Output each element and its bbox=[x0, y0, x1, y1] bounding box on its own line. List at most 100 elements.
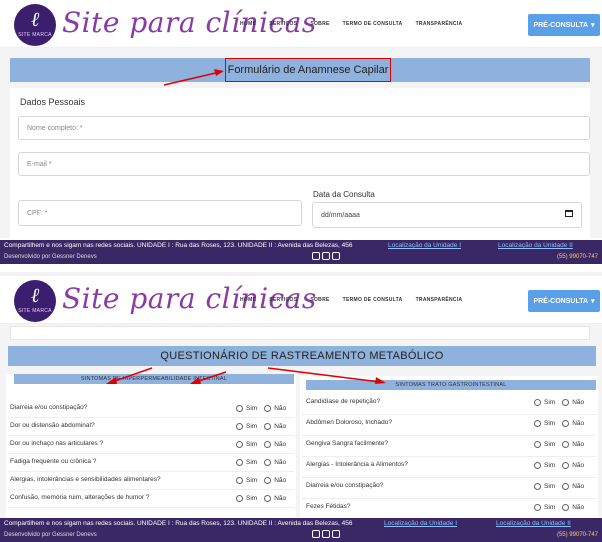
nav-termo[interactable]: TERMO DE CONSULTA bbox=[343, 297, 403, 303]
radio-sim[interactable] bbox=[534, 462, 541, 469]
site-header: ℓ SITE MARCA Site para clínicas HOME SER… bbox=[0, 276, 602, 324]
site-footer: Compartilhem e nos sigam nas redes socia… bbox=[0, 518, 602, 542]
nav-sobre[interactable]: SOBRE bbox=[310, 297, 329, 303]
radio-sim[interactable] bbox=[236, 459, 243, 466]
radio-sim-label: Sim bbox=[246, 405, 258, 412]
left-column-header: SINTOMAS DE HIPERPERMEABILIDADE INTESTIN… bbox=[14, 374, 294, 384]
footer-link-unidade-1[interactable]: Localização da Unidade I bbox=[384, 520, 457, 527]
footer-link-unidade-2[interactable]: Localização da Unidade II bbox=[498, 242, 573, 249]
nav-home[interactable]: HOME bbox=[240, 297, 256, 303]
questionario-panel: ℓ SITE MARCA Site para clínicas HOME SER… bbox=[0, 276, 602, 542]
yes-no-options: Sim Não bbox=[534, 462, 584, 469]
site-header: ℓ SITE MARCA Site para clínicas HOME SER… bbox=[0, 0, 602, 48]
nav-termo[interactable]: TERMO DE CONSULTA bbox=[343, 21, 403, 27]
yes-no-options: Sim Não bbox=[236, 423, 286, 430]
yes-no-options: Sim Não bbox=[534, 504, 584, 511]
pre-consulta-button[interactable]: PRÉ-CONSULTA ▾ bbox=[528, 14, 600, 36]
radio-sim[interactable] bbox=[534, 483, 541, 490]
calendar-icon[interactable] bbox=[565, 210, 573, 217]
yes-no-options: Sim Não bbox=[236, 477, 286, 484]
yes-no-options: Sim Não bbox=[236, 441, 286, 448]
row-divider bbox=[8, 471, 294, 472]
symptom-label: Fadiga frequente ou crônica ? bbox=[10, 458, 97, 465]
radio-nao[interactable] bbox=[562, 420, 570, 427]
right-column-header: SINTOMAS TRATO GASTROINTESTINAL bbox=[306, 380, 596, 390]
symptom-label: Gengiva Sangra facilmente? bbox=[306, 440, 389, 447]
instagram-icon[interactable] bbox=[312, 530, 320, 538]
radio-nao-label: Não bbox=[572, 504, 585, 511]
social-icons bbox=[312, 252, 340, 260]
radio-nao[interactable] bbox=[562, 399, 570, 406]
main-nav: HOME SERVIÇOS SOBRE TERMO DE CONSULTA TR… bbox=[240, 21, 462, 27]
nav-transparencia[interactable]: TRANSPARÊNCIA bbox=[416, 297, 463, 303]
email-field[interactable]: E-mail * bbox=[18, 152, 590, 176]
radio-nao-label: Não bbox=[274, 423, 287, 430]
radio-nao-label: Não bbox=[572, 483, 585, 490]
logo[interactable]: ℓ SITE MARCA bbox=[14, 4, 56, 46]
yes-no-options: Sim Não bbox=[534, 399, 584, 406]
anamnese-panel: ℓ SITE MARCA Site para clínicas HOME SER… bbox=[0, 0, 602, 272]
radio-sim[interactable] bbox=[236, 423, 243, 430]
radio-sim[interactable] bbox=[236, 495, 243, 502]
nav-home[interactable]: HOME bbox=[240, 21, 256, 27]
whatsapp-icon[interactable] bbox=[322, 530, 330, 538]
logo-glyph: ℓ bbox=[30, 283, 40, 307]
instagram-icon[interactable] bbox=[312, 252, 320, 260]
logo[interactable]: ℓ SITE MARCA bbox=[14, 280, 56, 322]
radio-nao-label: Não bbox=[274, 441, 287, 448]
whatsapp-icon[interactable] bbox=[322, 252, 330, 260]
radio-nao[interactable] bbox=[562, 504, 570, 511]
row-divider bbox=[8, 507, 294, 508]
nav-servicos[interactable]: SERVIÇOS bbox=[269, 297, 297, 303]
cpf-field[interactable]: CPF: * bbox=[18, 200, 302, 226]
footer-developer: Desenvolvido por Gessner Denevs bbox=[4, 254, 97, 260]
row-divider bbox=[302, 414, 596, 415]
radio-nao[interactable] bbox=[562, 462, 570, 469]
nav-sobre[interactable]: SOBRE bbox=[310, 21, 329, 27]
footer-link-unidade-1[interactable]: Localização da Unidade I bbox=[388, 242, 461, 249]
radio-sim-label: Sim bbox=[246, 441, 258, 448]
radio-sim[interactable] bbox=[534, 504, 541, 511]
radio-sim[interactable] bbox=[236, 405, 243, 412]
linkedin-icon[interactable] bbox=[332, 252, 340, 260]
chevron-down-icon: ▾ bbox=[591, 298, 595, 305]
radio-sim[interactable] bbox=[236, 477, 243, 484]
radio-nao-label: Não bbox=[572, 462, 585, 469]
radio-sim[interactable] bbox=[534, 441, 541, 448]
radio-nao[interactable] bbox=[264, 405, 272, 412]
radio-sim-label: Sim bbox=[544, 504, 556, 511]
footer-link-unidade-2[interactable]: Localização da Unidade II bbox=[496, 520, 571, 527]
social-icons bbox=[312, 530, 340, 538]
date-input[interactable]: dd/mm/aaaa bbox=[312, 202, 582, 228]
row-divider bbox=[302, 435, 596, 436]
symptom-label: Dor ou distensão abdominal? bbox=[10, 422, 95, 429]
radio-nao[interactable] bbox=[264, 495, 272, 502]
symptom-label: Abdômen Doloroso, Inchado? bbox=[306, 419, 393, 426]
radio-nao[interactable] bbox=[264, 441, 272, 448]
radio-sim-label: Sim bbox=[246, 459, 258, 466]
radio-sim[interactable] bbox=[236, 441, 243, 448]
email-placeholder: E-mail * bbox=[27, 160, 52, 168]
name-placeholder: Nome completo: * bbox=[27, 124, 83, 132]
nav-transparencia[interactable]: TRANSPARÊNCIA bbox=[416, 21, 463, 27]
radio-nao[interactable] bbox=[562, 483, 570, 490]
row-divider bbox=[302, 498, 596, 499]
radio-nao[interactable] bbox=[264, 459, 272, 466]
name-field[interactable]: Nome completo: * bbox=[18, 116, 590, 140]
radio-nao-label: Não bbox=[572, 399, 585, 406]
yes-no-options: Sim Não bbox=[236, 405, 286, 412]
radio-sim[interactable] bbox=[534, 420, 541, 427]
radio-sim-label: Sim bbox=[544, 462, 556, 469]
radio-nao[interactable] bbox=[264, 477, 272, 484]
pre-consulta-button[interactable]: PRÉ-CONSULTA ▾ bbox=[528, 290, 600, 312]
radio-nao-label: Não bbox=[572, 441, 585, 448]
radio-sim[interactable] bbox=[534, 399, 541, 406]
linkedin-icon[interactable] bbox=[332, 530, 340, 538]
section-dados-pessoais: Dados Pessoais bbox=[20, 97, 86, 107]
footer-phone: (55) 99070-747 bbox=[556, 254, 598, 260]
radio-nao[interactable] bbox=[562, 441, 570, 448]
radio-nao[interactable] bbox=[264, 423, 272, 430]
radio-nao-label: Não bbox=[274, 495, 287, 502]
nav-servicos[interactable]: SERVIÇOS bbox=[269, 21, 297, 27]
site-footer: Compartilhem e nos sigam nas redes socia… bbox=[0, 240, 602, 264]
